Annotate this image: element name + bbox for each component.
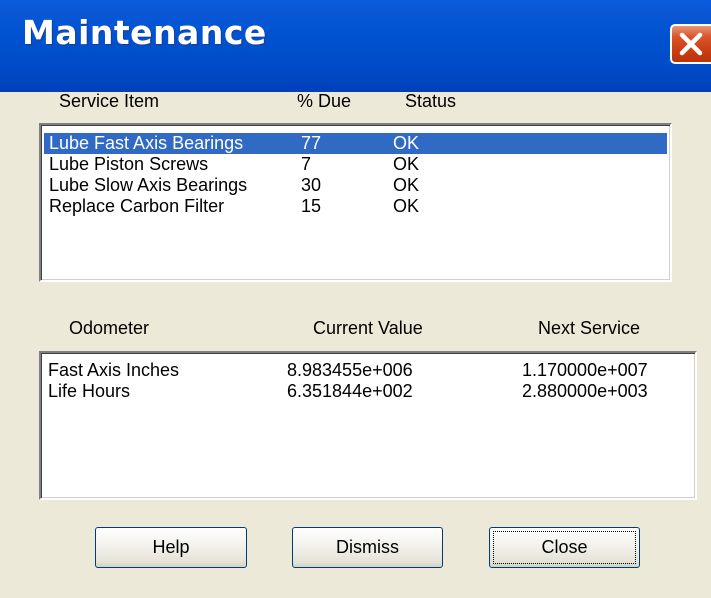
close-button-label: Close [541,537,588,557]
header-odometer: Odometer [69,318,150,338]
close-x-icon [679,32,703,56]
service-item-name: Replace Carbon Filter [49,196,225,216]
odometer-next-service: 2.880000e+003 [522,381,648,401]
service-item-due: 77 [301,133,322,153]
odometer-list[interactable]: Fast Axis Inches 8.983455e+006 1.170000e… [39,351,697,500]
service-item-status: OK [393,196,420,216]
dismiss-button[interactable]: Dismiss [292,527,443,568]
header-current-value: Current Value [313,318,423,338]
header-service-item: Service Item [59,91,160,111]
close-window-button[interactable] [670,24,711,64]
service-item-due: 7 [301,154,312,174]
service-item-name: Lube Piston Screws [49,154,209,174]
maintenance-dialog: Maintenance Service Item % Due Status Lu… [0,0,711,598]
header-percent-due: % Due [297,91,352,111]
service-item-status: OK [393,133,420,153]
service-row[interactable]: Replace Carbon Filter 15 OK [44,196,667,217]
odometer-current-value: 8.983455e+006 [287,360,413,380]
odometer-current-value: 6.351844e+002 [287,381,413,401]
odometer-name: Fast Axis Inches [48,360,180,380]
service-item-status: OK [393,175,420,195]
service-row[interactable]: Lube Piston Screws 7 OK [44,154,667,175]
window-title: Maintenance [22,13,267,52]
odometer-row[interactable]: Life Hours 6.351844e+002 2.880000e+003 [44,381,692,402]
service-item-status: OK [393,154,420,174]
help-button[interactable]: Help [95,527,247,568]
odometer-row[interactable]: Fast Axis Inches 8.983455e+006 1.170000e… [44,360,692,381]
service-item-list[interactable]: Lube Fast Axis Bearings 77 OK Lube Pisto… [39,123,672,282]
header-next-service: Next Service [538,318,641,338]
odometer-next-service: 1.170000e+007 [522,360,648,380]
service-item-due: 15 [301,196,322,216]
service-row[interactable]: Lube Fast Axis Bearings 77 OK [44,133,667,154]
close-button[interactable]: Close [489,527,640,568]
service-item-name: Lube Slow Axis Bearings [49,175,248,195]
title-bar[interactable]: Maintenance [0,0,711,92]
odometer-name: Life Hours [48,381,131,401]
service-row[interactable]: Lube Slow Axis Bearings 30 OK [44,175,667,196]
header-status: Status [405,91,457,111]
service-item-name: Lube Fast Axis Bearings [49,133,244,153]
service-item-due: 30 [301,175,322,195]
